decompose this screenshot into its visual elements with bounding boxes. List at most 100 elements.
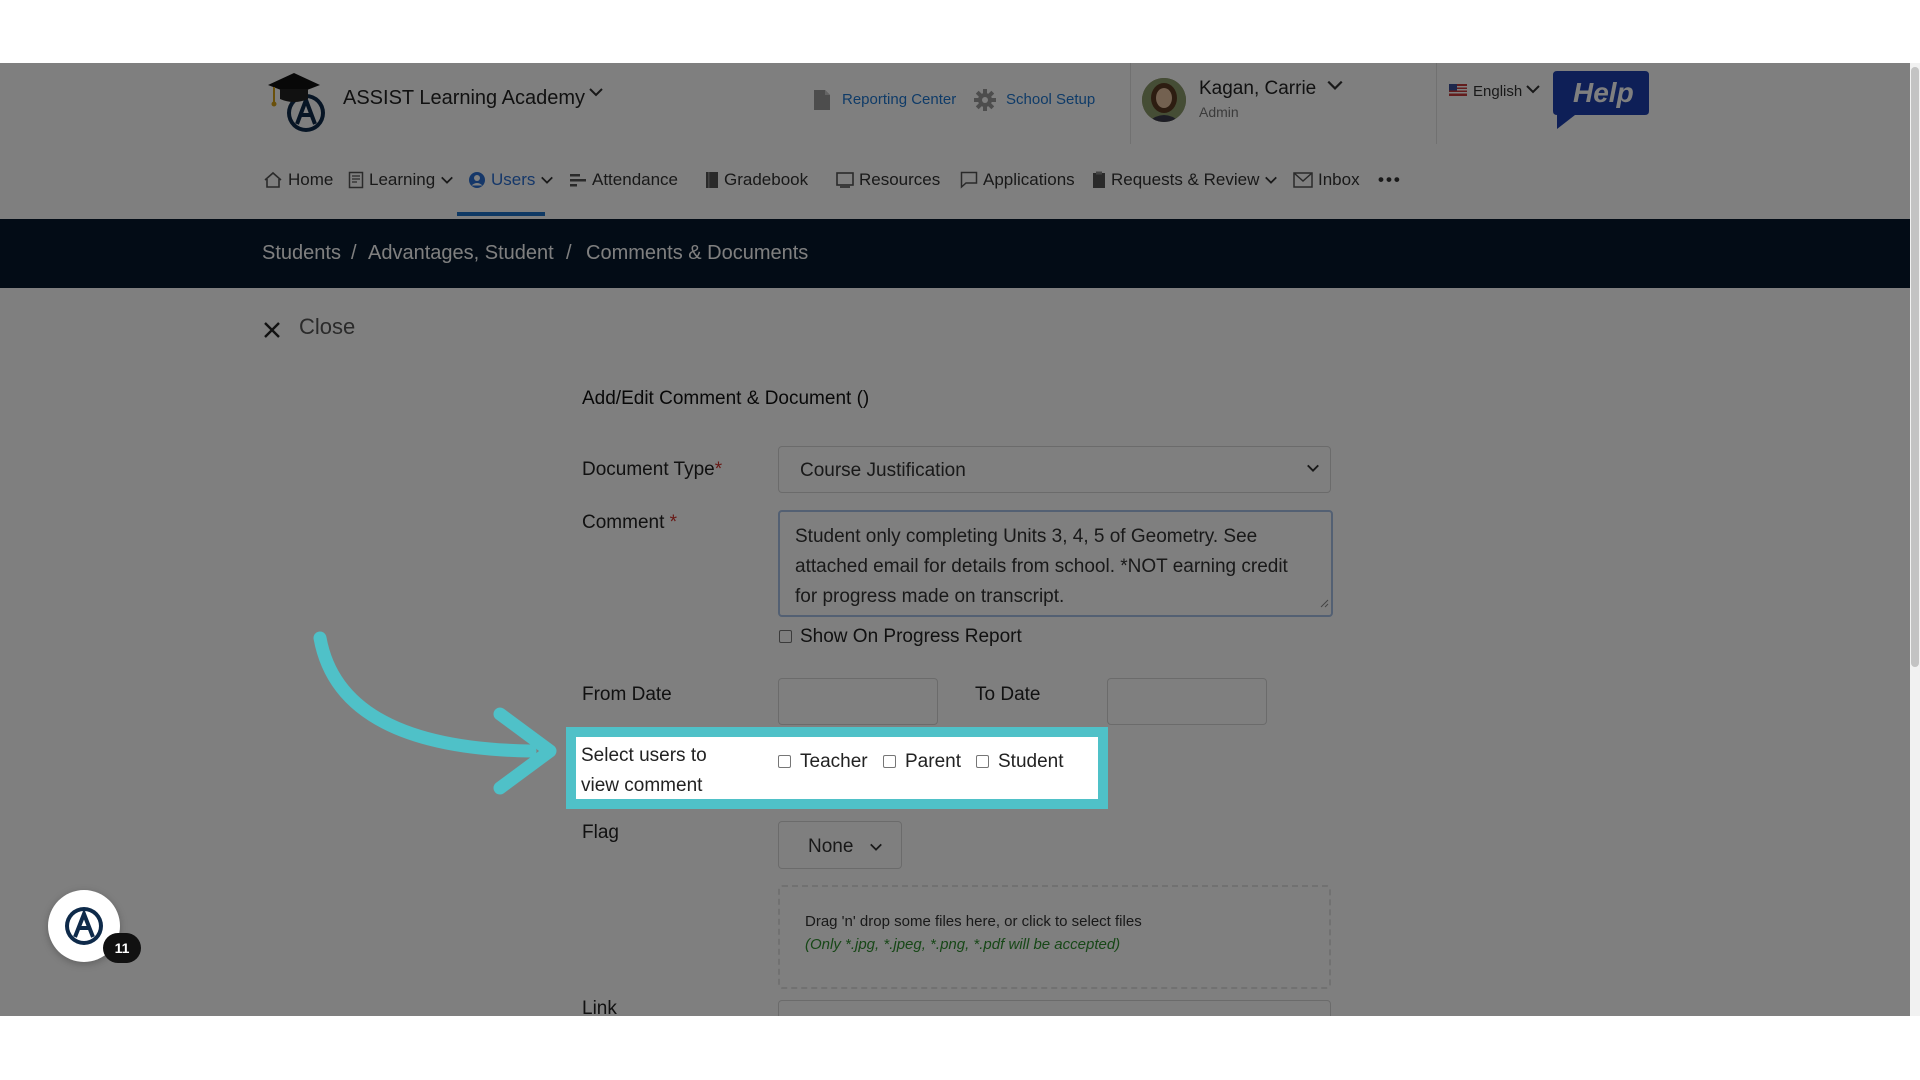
nav-requests-review[interactable]: Requests & Review	[1092, 168, 1278, 192]
nav-gradebook[interactable]: Gradebook	[705, 168, 808, 192]
active-tab-indicator	[457, 212, 545, 216]
document-type-select[interactable]: Course Justification	[778, 446, 1331, 493]
reporting-center-link[interactable]: Reporting Center	[842, 91, 956, 108]
comment-textarea[interactable]: Student only completing Units 3, 4, 5 of…	[778, 510, 1333, 617]
chevron-down-icon	[541, 176, 554, 184]
app-switcher-chevron-icon[interactable]	[588, 84, 604, 105]
app-window: ASSIST Learning Academy Reporting Center…	[0, 63, 1910, 1016]
required-mark: *	[669, 512, 678, 533]
breadcrumb: Students / Advantages, Student / Comment…	[0, 219, 1910, 288]
nav-learning[interactable]: Learning	[348, 168, 454, 192]
page-scrollbar[interactable]	[1910, 63, 1920, 1016]
nav-label: Inbox	[1318, 170, 1360, 189]
breadcrumb-separator: /	[566, 242, 572, 264]
from-date-input[interactable]	[778, 678, 938, 725]
scrollbar-thumb[interactable]	[1911, 67, 1919, 667]
from-date-label: From Date	[582, 684, 672, 705]
nav-label: Home	[288, 170, 334, 189]
teacher-checkbox[interactable]	[778, 755, 791, 768]
breadcrumb-student[interactable]: Advantages, Student	[368, 242, 554, 265]
file-dropzone[interactable]: Drag 'n' drop some files here, or click …	[778, 885, 1331, 989]
flag-select[interactable]: None	[778, 821, 902, 869]
user-name[interactable]: Kagan, Carrie	[1199, 78, 1316, 100]
chevron-down-icon	[1265, 176, 1278, 184]
nav-resources[interactable]: Resources	[836, 168, 940, 192]
top-header: ASSIST Learning Academy Reporting Center…	[0, 63, 1910, 144]
help-button[interactable]: Help	[1551, 69, 1651, 129]
breadcrumb-current: Comments & Documents	[586, 242, 809, 264]
teacher-label[interactable]: Teacher	[800, 751, 868, 773]
attendance-icon	[570, 174, 586, 187]
clipboard-icon	[1093, 171, 1105, 188]
language-selector[interactable]: English	[1473, 83, 1522, 100]
user-circle-icon	[469, 172, 485, 188]
comment-label: Comment *	[582, 512, 677, 534]
nav-users[interactable]: Users	[468, 168, 554, 192]
help-label: Help	[1573, 77, 1634, 108]
nav-label: Resources	[859, 170, 941, 189]
to-date-label: To Date	[975, 684, 1041, 705]
language-chevron-icon[interactable]	[1525, 81, 1541, 100]
close-icon[interactable]	[262, 320, 282, 345]
flag-value: None	[808, 836, 854, 857]
nav-applications[interactable]: Applications	[960, 168, 1075, 192]
chevron-down-icon	[441, 176, 454, 184]
nav-attendance[interactable]: Attendance	[569, 168, 678, 192]
nav-label: Applications	[983, 170, 1075, 189]
parent-label[interactable]: Parent	[905, 751, 961, 773]
flag-label: Flag	[582, 822, 619, 843]
school-setup-link[interactable]: School Setup	[1006, 91, 1095, 108]
app-name[interactable]: ASSIST Learning Academy	[343, 87, 585, 110]
mail-icon	[1293, 172, 1313, 188]
required-mark: *	[714, 459, 723, 480]
resize-handle-icon[interactable]	[1319, 595, 1329, 613]
header-divider	[1130, 63, 1131, 144]
comment-text: Student only completing Units 3, 4, 5 of…	[795, 526, 1288, 607]
close-button[interactable]: Close	[299, 314, 355, 340]
document-type-label: Document Type*	[582, 459, 722, 481]
student-label[interactable]: Student	[998, 751, 1064, 773]
nav-label: Learning	[369, 170, 436, 189]
header-divider	[1436, 63, 1437, 144]
resources-icon	[836, 172, 854, 188]
show-on-progress-label[interactable]: Show On Progress Report	[800, 626, 1022, 648]
nav-more-button[interactable]: •••	[1378, 168, 1402, 192]
comment-form-panel: Close Add/Edit Comment & Document () Doc…	[0, 288, 1910, 1016]
nav-inbox[interactable]: Inbox	[1293, 168, 1360, 192]
document-type-value: Course Justification	[800, 460, 966, 481]
nav-label: Users	[491, 170, 536, 189]
breadcrumb-separator: /	[351, 242, 357, 264]
user-menu-chevron-icon[interactable]	[1326, 76, 1344, 99]
nav-label: Gradebook	[724, 170, 809, 189]
nav-label: Attendance	[592, 170, 679, 189]
dropzone-text: Drag 'n' drop some files here, or click …	[805, 913, 1142, 930]
chevron-down-icon	[869, 840, 883, 859]
report-document-icon[interactable]	[812, 88, 832, 117]
select-users-highlight: Select users to view comment Teacher Par…	[566, 727, 1108, 809]
gradebook-icon	[706, 172, 718, 188]
assist-logo-icon	[63, 905, 105, 952]
book-icon	[348, 171, 364, 189]
annotation-arrow-icon	[313, 631, 557, 795]
notification-badge: 11	[103, 933, 141, 963]
academy-logo-icon[interactable]	[264, 69, 332, 133]
avatar[interactable]	[1142, 78, 1186, 122]
nav-label: Requests & Review	[1111, 170, 1260, 189]
show-on-progress-checkbox[interactable]	[779, 630, 792, 643]
nav-home[interactable]: Home	[263, 168, 333, 192]
to-date-input[interactable]	[1107, 678, 1267, 725]
gear-icon[interactable]	[973, 88, 997, 117]
select-users-label: Select users to view comment	[581, 745, 707, 796]
us-flag-icon[interactable]	[1449, 83, 1467, 96]
home-icon	[264, 171, 282, 188]
breadcrumb-students[interactable]: Students	[262, 242, 341, 265]
label-text: Document Type	[582, 459, 715, 480]
form-title: Add/Edit Comment & Document ()	[582, 388, 870, 409]
user-role: Admin	[1199, 104, 1239, 120]
dropzone-hint: (Only *.jpg, *.jpeg, *.png, *.pdf will b…	[805, 936, 1121, 953]
link-input[interactable]	[778, 1000, 1331, 1016]
parent-checkbox[interactable]	[883, 755, 896, 768]
chat-icon	[960, 171, 978, 189]
link-label: Link	[582, 998, 617, 1016]
student-checkbox[interactable]	[976, 755, 989, 768]
